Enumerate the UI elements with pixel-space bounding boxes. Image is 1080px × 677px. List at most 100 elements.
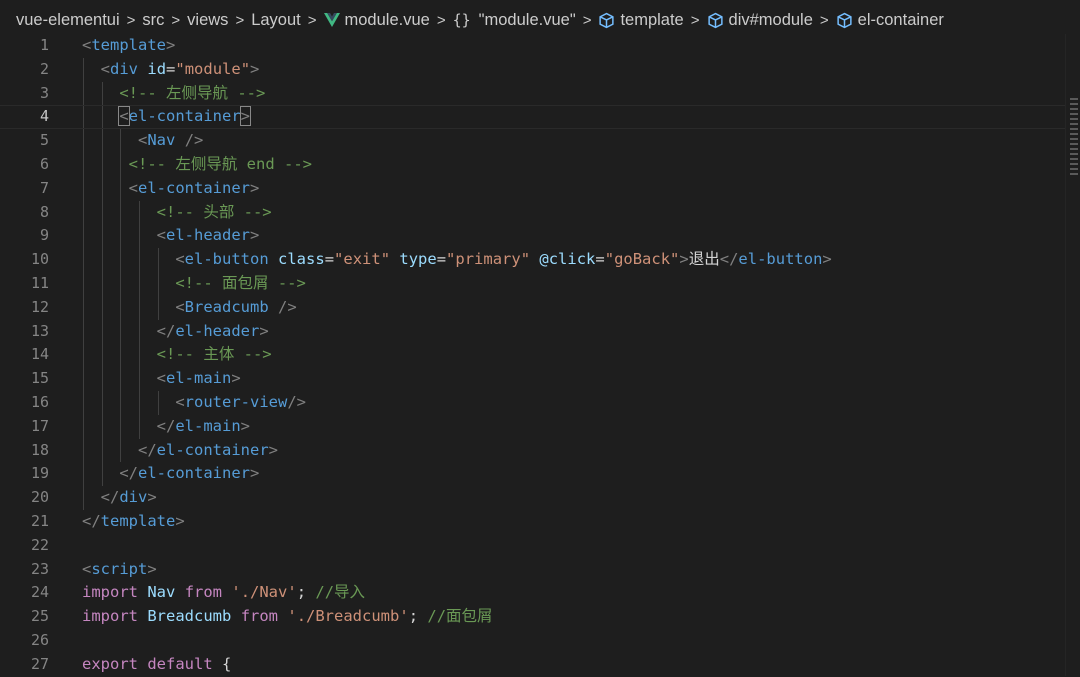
line-number[interactable]: 6 [0, 153, 49, 177]
code-token: < [175, 297, 185, 316]
code-token: /> [184, 131, 204, 150]
breadcrumb-item[interactable]: views [187, 11, 228, 30]
code-line[interactable]: 15 <el-main> [0, 367, 1068, 391]
code-line[interactable]: 4 <el-container> [0, 105, 1068, 129]
line-number[interactable]: 26 [0, 629, 49, 653]
breadcrumb-item[interactable]: {} "module.vue" [453, 11, 576, 30]
code-line[interactable]: 18 </el-container> [0, 439, 1068, 463]
code-token: //面包屑 [427, 607, 493, 626]
code-text: import Nav from './Nav'; //导入 [82, 581, 365, 605]
code-token: Breadcumb [147, 607, 232, 626]
line-number[interactable]: 10 [0, 248, 49, 272]
code-token: <!-- 头部 --> [156, 202, 272, 221]
code-token: = [595, 250, 605, 269]
cube-icon [598, 12, 615, 29]
code-editor[interactable]: 1 <template> 2 <div id="module"> 3 <!-- 左侧导… [0, 34, 1080, 676]
code-token: el-header [166, 226, 250, 245]
code-token: </ [119, 464, 138, 483]
line-number[interactable]: 21 [0, 510, 49, 534]
code-line[interactable]: 11 <!-- 面包屑 --> [0, 272, 1068, 296]
code-token: </ [138, 440, 157, 459]
line-number[interactable]: 27 [0, 653, 49, 677]
line-number[interactable]: 17 [0, 415, 49, 439]
line-number[interactable]: 4 [0, 105, 49, 129]
line-number[interactable]: 1 [0, 34, 49, 58]
code-token: > [147, 488, 157, 507]
code-line[interactable]: 25 import Breadcumb from './Breadcumb'; /… [0, 605, 1068, 629]
line-number[interactable]: 25 [0, 605, 49, 629]
breadcrumb-item[interactable]: src [142, 11, 164, 30]
breadcrumb-item[interactable]: vue-elementui [16, 11, 120, 30]
code-token: </ [719, 250, 739, 269]
line-number[interactable]: 15 [0, 367, 49, 391]
code-line[interactable]: 22 [0, 534, 1068, 558]
line-number[interactable]: 7 [0, 177, 49, 201]
code-line[interactable]: 27 export default { [0, 653, 1068, 677]
code-token: < [100, 59, 111, 78]
code-token: > [250, 226, 260, 245]
breadcrumb-item[interactable]: div#module [707, 11, 813, 30]
code-token: = [324, 250, 335, 269]
line-number[interactable]: 8 [0, 201, 49, 225]
code-line[interactable]: 23 <script> [0, 558, 1068, 582]
line-number[interactable]: 3 [0, 82, 49, 106]
code-line[interactable]: 10 <el-button class="exit" type="primary… [0, 248, 1068, 272]
code-line[interactable]: 21 </template> [0, 510, 1068, 534]
line-number[interactable]: 24 [0, 581, 49, 605]
breadcrumb-item[interactable]: Layout [251, 11, 301, 30]
code-line[interactable]: 16 <router-view/> [0, 391, 1068, 415]
code-line[interactable]: 9 <el-header> [0, 224, 1068, 248]
code-line[interactable]: 6 <!-- 左侧导航 end --> [0, 153, 1068, 177]
code-line[interactable]: 26 [0, 629, 1068, 653]
code-line[interactable]: 14 <!-- 主体 --> [0, 343, 1068, 367]
code-token: el-main [175, 416, 241, 435]
code-line[interactable]: 17 </el-main> [0, 415, 1068, 439]
code-text: <el-header> [82, 224, 260, 248]
line-number[interactable]: 20 [0, 486, 49, 510]
code-line[interactable]: 3 <!-- 左侧导航 --> [0, 82, 1068, 106]
code-line[interactable]: 8 <!-- 头部 --> [0, 201, 1068, 225]
code-line[interactable]: 19 </el-container> [0, 462, 1068, 486]
line-number[interactable]: 23 [0, 558, 49, 582]
breadcrumb-item[interactable]: module.vue [323, 11, 430, 30]
code-line[interactable]: 24 import Nav from './Nav'; //导入 [0, 581, 1068, 605]
line-number[interactable]: 9 [0, 224, 49, 248]
code-token: /> [287, 393, 306, 411]
line-number[interactable]: 12 [0, 296, 49, 320]
breadcrumb-item[interactable]: el-container [836, 11, 944, 30]
line-number[interactable]: 13 [0, 320, 49, 344]
code-line[interactable]: 7 <el-container> [0, 177, 1068, 201]
code-token: import [82, 583, 138, 602]
code-line[interactable]: 13 </el-header> [0, 320, 1068, 344]
line-number[interactable]: 5 [0, 129, 49, 153]
code-text: <router-view/> [82, 391, 306, 415]
code-token: "module" [175, 59, 251, 78]
code-line[interactable]: 1 <template> [0, 34, 1068, 58]
code-text: <el-main> [82, 367, 241, 391]
code-line[interactable]: 2 <div id="module"> [0, 58, 1068, 82]
code-line[interactable]: 12 <Breadcumb /> [0, 296, 1068, 320]
code-token: < [128, 178, 139, 197]
line-number[interactable]: 19 [0, 462, 49, 486]
code-token: "primary" [446, 250, 531, 269]
code-line[interactable]: 5 <Nav /> [0, 129, 1068, 153]
code-line[interactable]: 20 </div> [0, 486, 1068, 510]
line-number[interactable]: 18 [0, 439, 49, 463]
code-text: <!-- 左侧导航 end --> [82, 153, 312, 177]
line-number[interactable]: 16 [0, 391, 49, 415]
line-number[interactable]: 14 [0, 343, 49, 367]
vertical-scrollbar[interactable] [1065, 34, 1080, 676]
line-number[interactable]: 22 [0, 534, 49, 558]
breadcrumb-item[interactable]: template [598, 11, 684, 30]
line-number[interactable]: 11 [0, 272, 49, 296]
line-number[interactable]: 2 [0, 58, 49, 82]
